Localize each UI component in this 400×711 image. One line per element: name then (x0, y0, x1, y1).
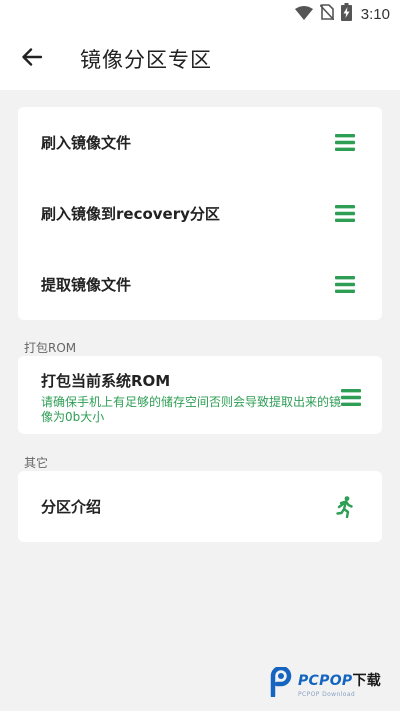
menu-lines-icon (334, 275, 356, 295)
running-person-icon (334, 495, 356, 518)
no-sim-icon (319, 4, 335, 24)
status-bar: 3:10 (0, 0, 400, 28)
watermark-sub: PCPOP Download (298, 691, 356, 698)
flash-image-label: 刷入镜像文件 (41, 134, 132, 152)
menu-lines-icon (334, 204, 356, 224)
partition-intro-item[interactable]: 分区介绍 (18, 471, 382, 542)
wifi-icon (294, 5, 313, 24)
watermark-brand: PCPOP下载 (298, 673, 382, 689)
flash-recovery-item[interactable]: 刷入镜像到recovery分区 (18, 178, 382, 249)
menu-lines-icon (341, 387, 361, 407)
arrow-left-icon (22, 48, 43, 70)
pcpop-watermark: PCPOP下载 PCPOP Download (268, 664, 396, 704)
battery-charging-icon (340, 3, 352, 25)
flash-recovery-label: 刷入镜像到recovery分区 (41, 205, 220, 223)
other-card: 分区介绍 (18, 471, 382, 542)
flash-image-item[interactable]: 刷入镜像文件 (18, 107, 382, 178)
pack-rom-item[interactable]: 打包当前系统ROM 请确保手机上有足够的储存空间否则会导致提取出来的镜像为0b大… (18, 356, 382, 434)
app-bar: 镜像分区专区 (0, 28, 400, 90)
extract-image-label: 提取镜像文件 (41, 276, 132, 294)
watermark-text: PCPOP下载 PCPOP Download (298, 670, 381, 698)
pcpop-logo-icon (268, 665, 294, 701)
image-actions-card: 刷入镜像文件 刷入镜像到recovery分区 提取镜像文件 (18, 107, 382, 320)
screen: 3:10 镜像分区专区 刷入镜像文件 刷入镜像到recovery分区 提取镜像文… (0, 0, 400, 711)
menu-lines-icon (334, 133, 356, 153)
partition-intro-label: 分区介绍 (41, 498, 102, 516)
pack-rom-text: 打包当前系统ROM 请确保手机上有足够的储存空间否则会导致提取出来的镜像为0b大… (41, 370, 341, 425)
other-section-title: 其它 (24, 456, 49, 470)
pack-rom-card: 打包当前系统ROM 请确保手机上有足够的储存空间否则会导致提取出来的镜像为0b大… (18, 356, 382, 434)
status-time: 3:10 (360, 5, 390, 23)
extract-image-item[interactable]: 提取镜像文件 (18, 249, 382, 320)
page-title: 镜像分区专区 (80, 48, 212, 72)
pack-rom-description: 请确保手机上有足够的储存空间否则会导致提取出来的镜像为0b大小 (41, 394, 342, 424)
back-button[interactable] (20, 47, 44, 71)
pack-rom-label: 打包当前系统ROM (41, 371, 171, 390)
pack-rom-section-title: 打包ROM (24, 341, 77, 355)
